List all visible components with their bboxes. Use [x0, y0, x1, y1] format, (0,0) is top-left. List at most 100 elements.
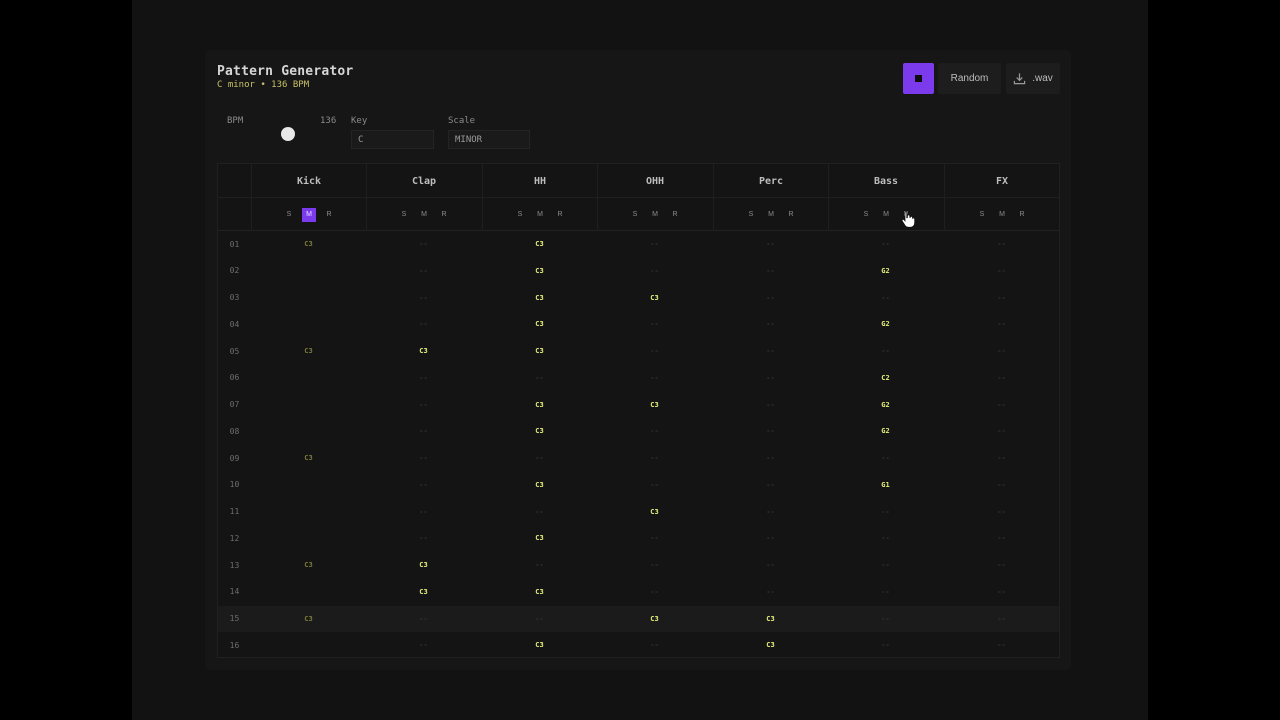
step-cell-bass[interactable]: G1: [828, 472, 943, 498]
mute-button-fx[interactable]: M: [995, 208, 1009, 222]
solo-button-clap[interactable]: S: [397, 208, 411, 222]
step-cell-bass[interactable]: --: [828, 231, 943, 257]
record-button-fx[interactable]: R: [1015, 208, 1029, 222]
step-cell-clap[interactable]: --: [366, 525, 481, 551]
step-cell-bass[interactable]: G2: [828, 311, 943, 337]
step-cell-fx[interactable]: --: [944, 418, 1059, 444]
step-cell-bass[interactable]: --: [828, 606, 943, 632]
step-cell-hh[interactable]: --: [482, 445, 597, 471]
step-cell-hh[interactable]: --: [482, 499, 597, 525]
step-cell-hh[interactable]: C3: [482, 285, 597, 311]
step-cell-bass[interactable]: --: [828, 632, 943, 658]
step-cell-ohh[interactable]: --: [597, 552, 712, 578]
key-select[interactable]: C: [351, 130, 434, 149]
step-cell-bass[interactable]: C2: [828, 365, 943, 391]
step-cell-kick[interactable]: C3: [251, 606, 366, 632]
step-cell-fx[interactable]: --: [944, 606, 1059, 632]
step-cell-hh[interactable]: --: [482, 365, 597, 391]
step-cell-perc[interactable]: --: [713, 445, 828, 471]
step-cell-bass[interactable]: --: [828, 552, 943, 578]
bpm-slider[interactable]: [281, 127, 295, 141]
step-cell-perc[interactable]: --: [713, 258, 828, 284]
step-cell-kick[interactable]: [251, 418, 366, 444]
step-cell-kick[interactable]: [251, 579, 366, 605]
step-cell-perc[interactable]: --: [713, 418, 828, 444]
step-cell-ohh[interactable]: C3: [597, 392, 712, 418]
step-cell-kick[interactable]: [251, 392, 366, 418]
step-cell-bass[interactable]: --: [828, 525, 943, 551]
step-cell-bass[interactable]: --: [828, 499, 943, 525]
step-cell-clap[interactable]: C3: [366, 579, 481, 605]
step-cell-fx[interactable]: --: [944, 338, 1059, 364]
step-cell-clap[interactable]: --: [366, 365, 481, 391]
step-cell-ohh[interactable]: --: [597, 418, 712, 444]
step-cell-hh[interactable]: C3: [482, 311, 597, 337]
step-cell-ohh[interactable]: C3: [597, 499, 712, 525]
step-cell-ohh[interactable]: --: [597, 231, 712, 257]
record-button-ohh[interactable]: R: [668, 208, 682, 222]
step-cell-fx[interactable]: --: [944, 579, 1059, 605]
step-cell-fx[interactable]: --: [944, 311, 1059, 337]
step-cell-hh[interactable]: C3: [482, 258, 597, 284]
record-button-perc[interactable]: R: [784, 208, 798, 222]
solo-button-kick[interactable]: S: [282, 208, 296, 222]
step-cell-kick[interactable]: [251, 258, 366, 284]
mute-button-hh[interactable]: M: [533, 208, 547, 222]
step-cell-kick[interactable]: [251, 365, 366, 391]
record-button-hh[interactable]: R: [553, 208, 567, 222]
step-cell-perc[interactable]: --: [713, 231, 828, 257]
step-cell-ohh[interactable]: --: [597, 365, 712, 391]
solo-button-perc[interactable]: S: [744, 208, 758, 222]
step-cell-perc[interactable]: --: [713, 579, 828, 605]
step-cell-clap[interactable]: --: [366, 499, 481, 525]
step-cell-kick[interactable]: [251, 632, 366, 658]
scale-select[interactable]: MINOR: [448, 130, 530, 149]
step-cell-perc[interactable]: --: [713, 472, 828, 498]
step-cell-ohh[interactable]: C3: [597, 285, 712, 311]
solo-button-hh[interactable]: S: [513, 208, 527, 222]
solo-button-bass[interactable]: S: [859, 208, 873, 222]
step-cell-bass[interactable]: --: [828, 579, 943, 605]
step-cell-perc[interactable]: --: [713, 392, 828, 418]
step-cell-perc[interactable]: --: [713, 285, 828, 311]
step-cell-clap[interactable]: --: [366, 258, 481, 284]
step-cell-perc[interactable]: --: [713, 499, 828, 525]
step-cell-kick[interactable]: [251, 311, 366, 337]
download-wav-button[interactable]: .wav: [1006, 63, 1060, 94]
step-cell-perc[interactable]: --: [713, 338, 828, 364]
step-cell-fx[interactable]: --: [944, 258, 1059, 284]
step-cell-clap[interactable]: --: [366, 311, 481, 337]
step-cell-clap[interactable]: --: [366, 418, 481, 444]
step-cell-clap[interactable]: --: [366, 606, 481, 632]
step-cell-hh[interactable]: C3: [482, 231, 597, 257]
step-cell-kick[interactable]: [251, 285, 366, 311]
step-cell-kick[interactable]: [251, 499, 366, 525]
step-cell-fx[interactable]: --: [944, 499, 1059, 525]
step-cell-fx[interactable]: --: [944, 285, 1059, 311]
step-cell-kick[interactable]: C3: [251, 231, 366, 257]
step-cell-ohh[interactable]: --: [597, 258, 712, 284]
step-cell-fx[interactable]: --: [944, 525, 1059, 551]
step-cell-kick[interactable]: C3: [251, 552, 366, 578]
step-cell-fx[interactable]: --: [944, 632, 1059, 658]
step-cell-perc[interactable]: --: [713, 552, 828, 578]
step-cell-hh[interactable]: --: [482, 606, 597, 632]
step-cell-bass[interactable]: G2: [828, 258, 943, 284]
mute-button-kick[interactable]: M: [302, 207, 316, 222]
step-cell-ohh[interactable]: C3: [597, 606, 712, 632]
step-cell-bass[interactable]: G2: [828, 392, 943, 418]
step-cell-hh[interactable]: C3: [482, 632, 597, 658]
step-cell-kick[interactable]: C3: [251, 338, 366, 364]
step-cell-kick[interactable]: [251, 472, 366, 498]
step-cell-ohh[interactable]: --: [597, 632, 712, 658]
step-cell-fx[interactable]: --: [944, 552, 1059, 578]
step-cell-clap[interactable]: C3: [366, 338, 481, 364]
step-cell-hh[interactable]: C3: [482, 579, 597, 605]
step-cell-hh[interactable]: C3: [482, 418, 597, 444]
step-cell-fx[interactable]: --: [944, 392, 1059, 418]
step-cell-clap[interactable]: --: [366, 632, 481, 658]
step-cell-bass[interactable]: --: [828, 338, 943, 364]
mute-button-clap[interactable]: M: [417, 208, 431, 222]
solo-button-fx[interactable]: S: [975, 208, 989, 222]
step-cell-hh[interactable]: --: [482, 552, 597, 578]
